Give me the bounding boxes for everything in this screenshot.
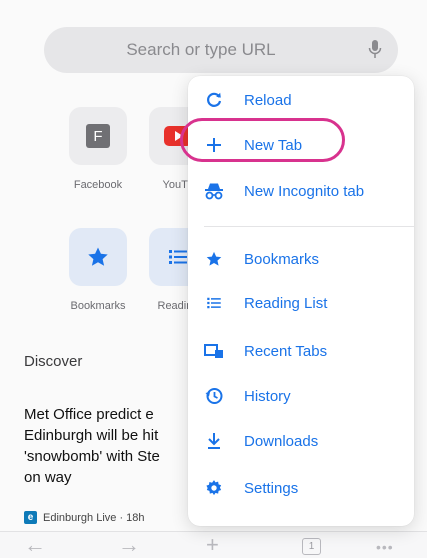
history-icon xyxy=(204,386,224,406)
menu-item-label: New Incognito tab xyxy=(244,182,365,200)
article-title-line: Met Office predict e xyxy=(24,406,154,423)
article-title-line: on way xyxy=(24,469,72,486)
menu-item-recent-tabs[interactable]: Recent Tabs xyxy=(188,336,414,366)
shortcut-bookmarks-tile[interactable] xyxy=(69,228,127,286)
menu-item-reading-list[interactable]: Reading List xyxy=(188,288,414,318)
settings-icon xyxy=(204,478,224,498)
microphone-icon[interactable] xyxy=(368,39,382,61)
reload-icon xyxy=(204,90,224,110)
star-icon xyxy=(204,249,224,269)
article-title-line: 'snowbomb' with Ste xyxy=(24,448,160,465)
menu-item-downloads[interactable]: Downloads xyxy=(188,426,414,456)
menu-item-settings[interactable]: Settings xyxy=(188,473,414,503)
menu-divider xyxy=(204,226,414,227)
source-label: Edinburgh Live · 18h xyxy=(43,511,145,524)
menu-item-new-incognito-tab[interactable]: New Incognito tab xyxy=(188,176,414,206)
search-placeholder[interactable]: Search or type URL xyxy=(44,27,398,73)
article-title-line: Edinburgh will be hit xyxy=(24,427,159,444)
tab-switcher-icon[interactable]: 1 xyxy=(302,538,321,555)
menu-item-reload[interactable]: Reload xyxy=(188,85,414,115)
new-tab-highlight-ring xyxy=(180,118,345,162)
discover-heading: Discover xyxy=(24,353,83,370)
new-tab-icon[interactable]: + xyxy=(206,534,219,556)
bottom-toolbar: ← → + 1 ••• xyxy=(0,531,427,556)
list-icon xyxy=(204,293,224,313)
star-icon xyxy=(88,247,108,266)
menu-item-history[interactable]: History xyxy=(188,381,414,411)
article-source: e Edinburgh Live · 18h xyxy=(24,511,145,524)
menu-item-label: Recent Tabs xyxy=(244,342,328,360)
menu-item-label: Reading List xyxy=(244,294,328,312)
facebook-icon: F xyxy=(86,124,110,148)
incognito-icon xyxy=(204,181,224,201)
download-icon xyxy=(204,431,224,451)
shortcut-label: Facebook xyxy=(73,179,123,191)
menu-item-label: Reload xyxy=(244,91,292,109)
article-title[interactable]: Met Office predict e Edinburgh will be h… xyxy=(24,404,192,488)
shortcut-facebook-tile[interactable]: F xyxy=(69,107,127,165)
menu-item-bookmarks[interactable]: Bookmarks xyxy=(188,244,414,274)
back-icon[interactable]: ← xyxy=(24,534,46,556)
menu-item-label: History xyxy=(244,387,291,405)
forward-icon[interactable]: → xyxy=(118,534,140,556)
source-logo: e xyxy=(24,511,37,524)
search-bar[interactable]: Search or type URL xyxy=(44,27,398,73)
menu-item-label: Settings xyxy=(244,479,299,497)
menu-item-label: Downloads xyxy=(244,432,319,450)
menu-item-label: Bookmarks xyxy=(244,250,320,268)
shortcut-bookmarks[interactable]: Bookmarks xyxy=(65,228,131,312)
shortcut-facebook[interactable]: F Facebook xyxy=(65,107,131,191)
recent-tabs-icon xyxy=(204,341,224,361)
browser-new-tab-page: Search or type URL F Facebook YouTu Book… xyxy=(0,0,427,556)
list-icon xyxy=(169,250,187,264)
shortcut-label: Bookmarks xyxy=(70,300,126,312)
